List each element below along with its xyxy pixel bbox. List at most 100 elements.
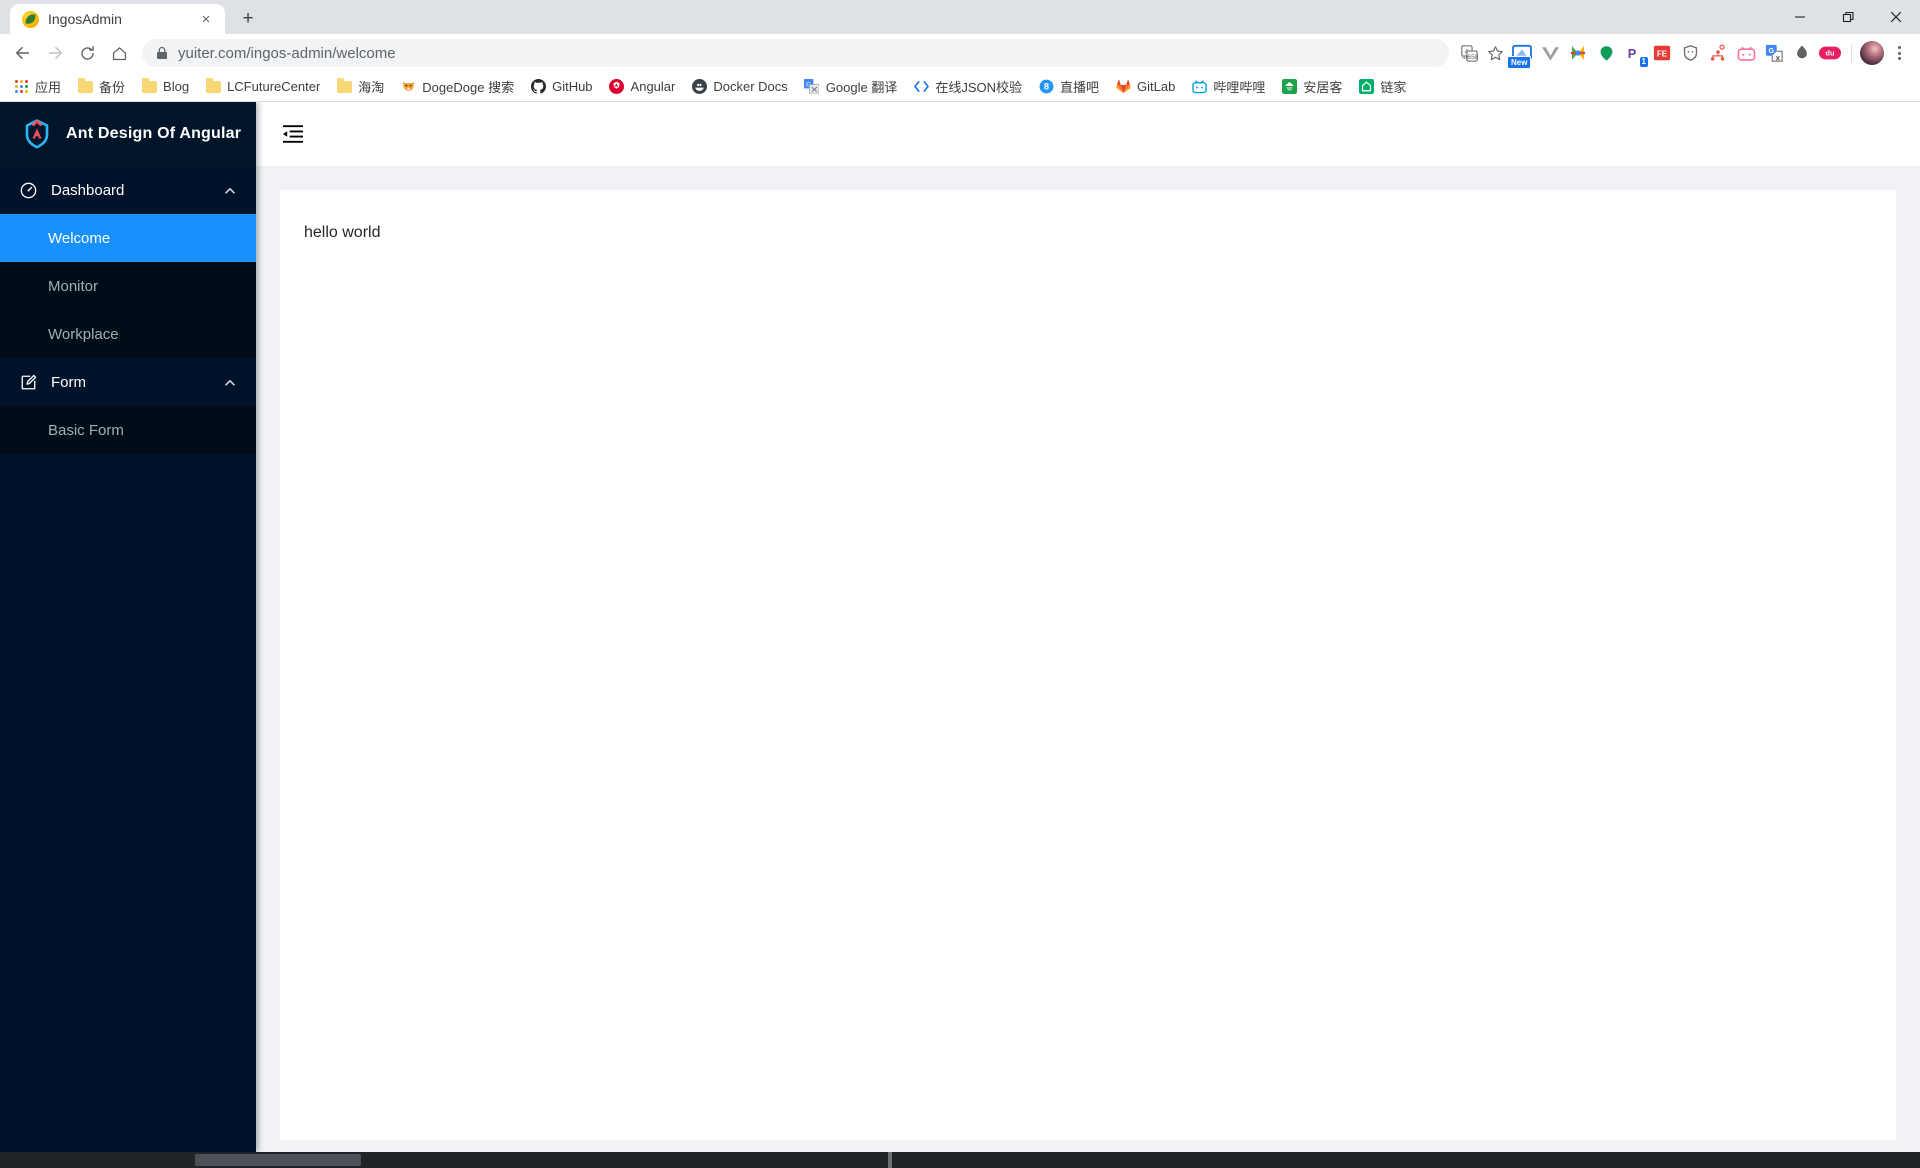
screenshot-extension-icon[interactable]: New — [1507, 40, 1535, 69]
extension-new-badge: New — [1507, 56, 1532, 69]
sidebar-logo[interactable]: Ant Design Of Angular — [0, 102, 256, 166]
bookmark-label: 安居客 — [1303, 80, 1343, 95]
bookmark-gitlab[interactable]: GitLab — [1108, 76, 1182, 98]
sidebar-item-basic-form[interactable]: Basic Form — [0, 406, 256, 454]
sidebar-item-label: Workplace — [48, 325, 119, 343]
sidebar-group-label: Form — [51, 373, 86, 391]
chevron-up-icon — [224, 184, 236, 196]
bookmark-label: Angular — [630, 79, 676, 94]
gitlab-icon — [1115, 79, 1131, 95]
sidebar-item-welcome[interactable]: Welcome — [0, 214, 256, 262]
bookmark-lcfuturecenter[interactable]: LCFutureCenter — [198, 76, 327, 98]
content-wrapper: hello world — [256, 166, 1920, 1152]
apps-grid-icon — [13, 79, 29, 95]
proxy-extension-icon[interactable]: P 1 — [1621, 40, 1648, 67]
feedly-extension-icon[interactable]: FE — [1649, 40, 1675, 66]
sidebar-group-dashboard[interactable]: Dashboard — [0, 166, 256, 214]
angular-shield-logo — [20, 117, 54, 151]
translate-icon[interactable]: A \u6587 — [1457, 41, 1481, 65]
bookmark-label: GitHub — [552, 79, 593, 94]
avatar[interactable] — [1860, 41, 1884, 65]
bookmark-docker-docs[interactable]: Docker Docs — [684, 76, 794, 98]
folder-icon — [205, 78, 221, 95]
bookmark-beifen[interactable]: 备份 — [70, 74, 132, 99]
bookmark-label: 应用 — [35, 80, 62, 95]
bookmark-label: 备份 — [99, 80, 126, 95]
svg-text:du: du — [1826, 49, 1835, 58]
maximize-button[interactable] — [1824, 0, 1872, 34]
chevron-up-icon — [224, 376, 236, 388]
bookmark-zhibuba[interactable]: 8 直播吧 — [1031, 74, 1106, 99]
code-brackets-icon — [913, 79, 929, 95]
bookmark-blog[interactable]: Blog — [134, 76, 196, 98]
bookmark-label: 链家 — [1380, 80, 1407, 95]
bookmark-angular[interactable]: Angular — [602, 76, 683, 98]
form-edit-icon — [20, 374, 39, 391]
content-card: hello world — [280, 190, 1896, 1140]
bookmark-github[interactable]: GitHub — [523, 76, 599, 98]
bookmark-label: 海淘 — [358, 80, 385, 95]
sidebar-submenu-form: Basic Form — [0, 406, 256, 454]
sidebar-item-workplace[interactable]: Workplace — [0, 310, 256, 358]
extension-count-badge: 1 — [1639, 57, 1648, 67]
bookmark-haitao[interactable]: 海淘 — [329, 74, 391, 99]
bookmark-json-validator[interactable]: 在线JSON校验 — [906, 74, 1029, 99]
sitemap-extension-icon[interactable] — [1705, 40, 1731, 66]
scrollbar-thumb[interactable] — [195, 1154, 361, 1166]
lianjia-icon — [1358, 79, 1374, 95]
browser-window: IngosAdmin × + yuiter.com/ingos-admin/we… — [0, 0, 1920, 1168]
reload-icon[interactable] — [72, 38, 102, 68]
folder-icon — [141, 78, 157, 95]
browser-tab[interactable]: IngosAdmin × — [10, 4, 225, 34]
title-bar: IngosAdmin × + — [0, 0, 1920, 34]
tab-title: IngosAdmin — [48, 11, 122, 27]
close-button[interactable] — [1872, 0, 1920, 34]
google-translate-extension-icon[interactable]: G — [1761, 40, 1787, 66]
address-bar[interactable]: yuiter.com/ingos-admin/welcome — [142, 39, 1449, 67]
leaf-favicon — [22, 10, 39, 28]
adguard-extension-icon[interactable] — [1677, 40, 1703, 66]
bookmark-anjuke[interactable]: 安居客 — [1274, 74, 1349, 99]
bookmark-label: Blog — [163, 79, 190, 94]
content-text: hello world — [304, 224, 381, 241]
sidebar: Ant Design Of Angular Dashboard Welcome … — [0, 102, 256, 1152]
bookmark-google-translate[interactable]: G Google 翻译 — [797, 74, 905, 99]
sidebar-item-label: Monitor — [48, 277, 99, 295]
doge-icon — [400, 79, 416, 95]
joomla-extension-icon[interactable] — [1565, 40, 1591, 66]
folder-icon — [77, 78, 93, 95]
forward-icon[interactable] — [40, 38, 70, 68]
bookmark-dogedoge[interactable]: DogeDoge 搜索 — [393, 74, 521, 99]
eight-circle-icon: 8 — [1038, 79, 1054, 95]
bookmark-lianjia[interactable]: 链家 — [1351, 74, 1413, 99]
sidebar-group-form[interactable]: Form — [0, 358, 256, 406]
bookmark-bilibili[interactable]: 哔哩哔哩 — [1184, 74, 1272, 99]
home-icon[interactable] — [104, 38, 134, 68]
docker-icon — [691, 79, 707, 95]
tab-strip: IngosAdmin × + — [0, 0, 263, 34]
ink-extension-icon[interactable] — [1789, 40, 1815, 66]
page-viewport: Ant Design Of Angular Dashboard Welcome … — [0, 102, 1920, 1152]
bookmarks-bar: 应用 备份 Blog LCFutureCenter 海淘 DogeDoge 搜索… — [0, 72, 1920, 102]
vue-devtools-extension-icon[interactable] — [1537, 40, 1563, 66]
du-extension-icon[interactable]: du — [1817, 40, 1843, 66]
horizontal-scrollbar[interactable] — [0, 1152, 1920, 1168]
new-tab-button[interactable]: + — [233, 3, 263, 33]
bookmark-label: DogeDoge 搜索 — [422, 80, 515, 95]
bilibili-extension-icon[interactable] — [1733, 40, 1759, 66]
bookmark-apps[interactable]: 应用 — [6, 74, 68, 99]
bookmark-label: Google 翻译 — [825, 80, 898, 95]
close-icon[interactable]: × — [197, 10, 215, 28]
svg-text:8: 8 — [1043, 82, 1048, 92]
back-icon[interactable] — [8, 38, 38, 68]
sidebar-item-label: Welcome — [48, 229, 111, 247]
minimize-button[interactable] — [1776, 0, 1824, 34]
green-dot-extension-icon[interactable] — [1593, 40, 1619, 66]
kebab-menu-icon[interactable] — [1886, 40, 1912, 66]
sidebar-submenu-dashboard: Welcome Monitor Workplace — [0, 214, 256, 358]
star-icon[interactable] — [1483, 41, 1507, 65]
lock-icon — [156, 46, 168, 60]
sidebar-item-monitor[interactable]: Monitor — [0, 262, 256, 310]
bookmark-label: LCFutureCenter — [227, 79, 321, 94]
menu-fold-icon[interactable] — [280, 121, 306, 147]
